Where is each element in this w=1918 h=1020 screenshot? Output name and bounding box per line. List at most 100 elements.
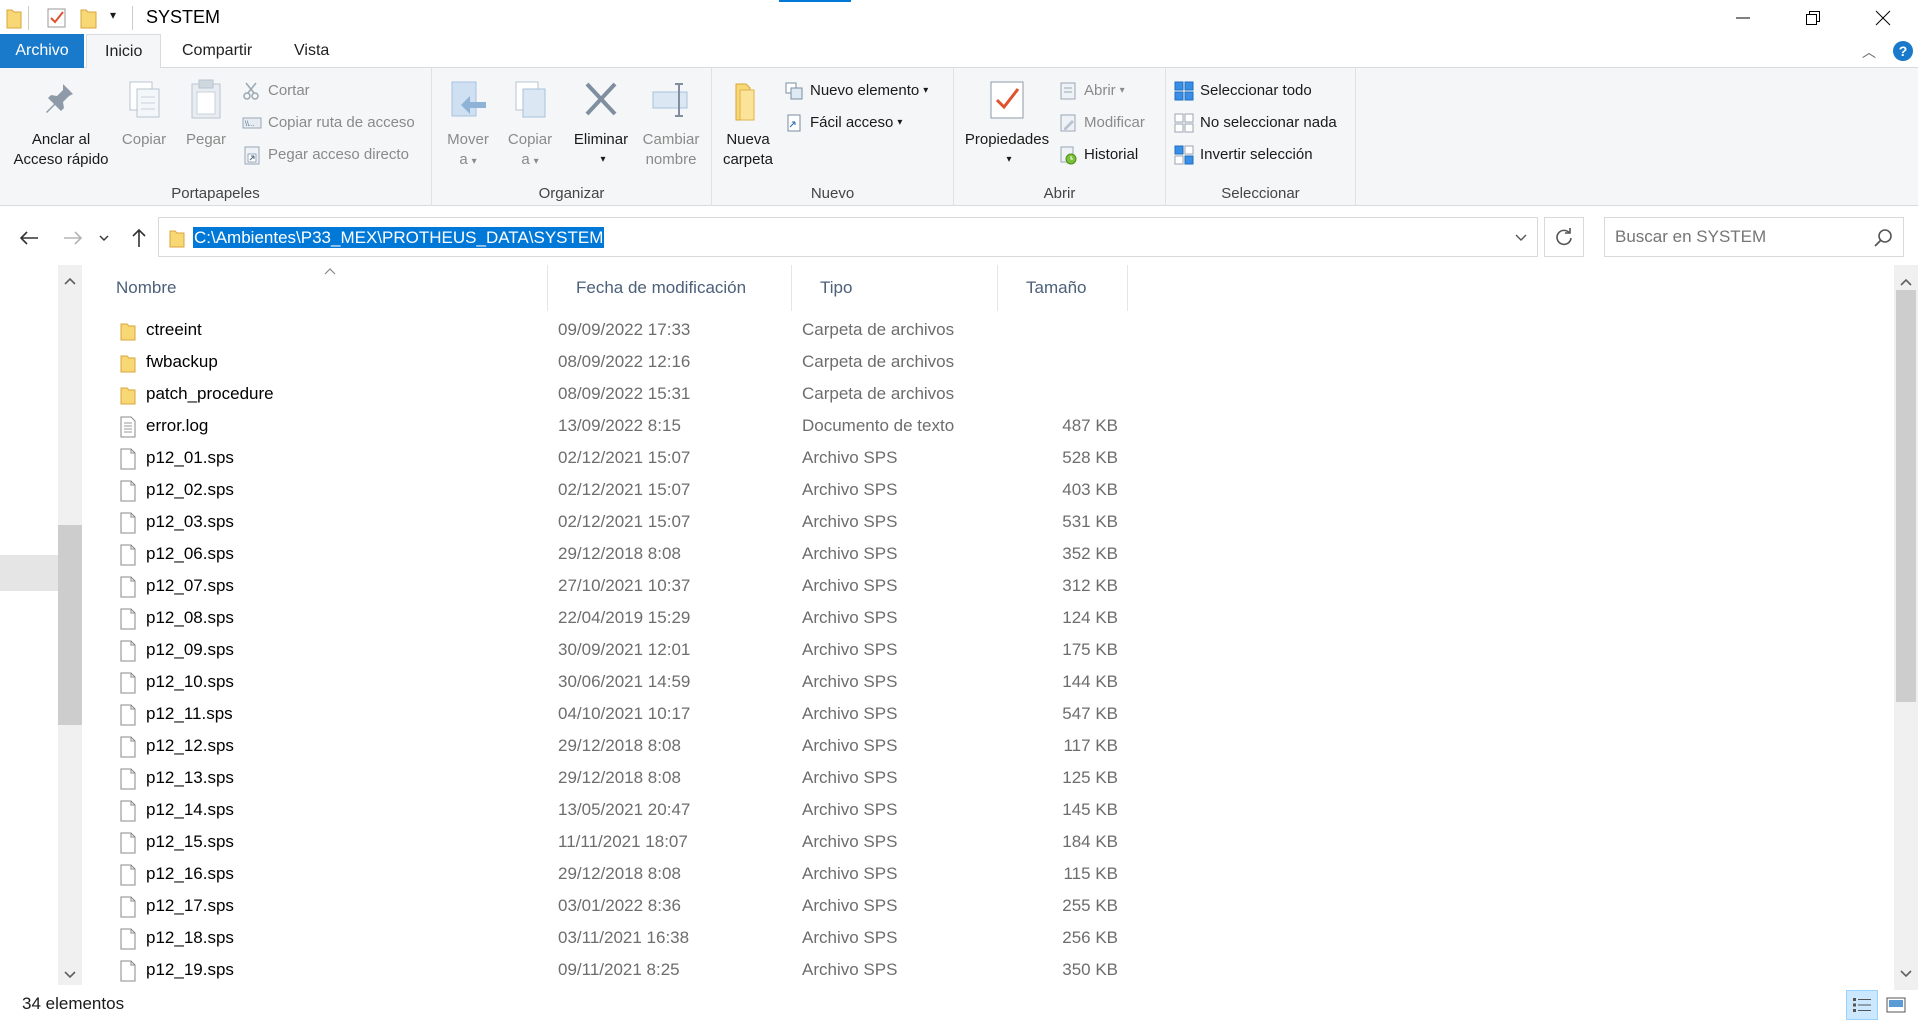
edit-button[interactable]: Modificar xyxy=(1058,110,1145,136)
file-name[interactable]: p12_10.sps xyxy=(146,672,234,692)
search-icon[interactable] xyxy=(1873,228,1893,248)
file-name[interactable]: p12_09.sps xyxy=(146,640,234,660)
tab-inicio[interactable]: Inicio xyxy=(86,34,162,69)
file-name[interactable]: p12_01.sps xyxy=(146,448,234,468)
recent-locations-button[interactable] xyxy=(94,223,114,253)
help-icon[interactable]: ? xyxy=(1892,40,1914,62)
file-row[interactable]: p12_14.sps 13/05/2021 20:47 Archivo SPS 145… xyxy=(88,795,1896,827)
details-view-button[interactable] xyxy=(1846,990,1878,1020)
navigation-pane-selected-item[interactable] xyxy=(0,555,58,591)
file-icon xyxy=(120,544,136,566)
history-button[interactable]: Historial xyxy=(1058,142,1138,168)
file-list-scroll-thumb[interactable] xyxy=(1896,290,1916,702)
scroll-up-icon[interactable] xyxy=(1894,270,1918,294)
paste-shortcut-button[interactable]: Pegar acceso directo xyxy=(242,142,409,168)
file-name[interactable]: p12_16.sps xyxy=(146,864,234,884)
file-name[interactable]: p12_17.sps xyxy=(146,896,234,916)
address-bar[interactable]: C:\Ambientes\P33_MEX\PROTHEUS_DATA\SYSTE… xyxy=(158,217,1538,257)
minimize-ribbon-icon[interactable]: ︿ xyxy=(1862,42,1876,62)
file-name[interactable]: error.log xyxy=(146,416,208,436)
tab-archivo[interactable]: Archivo xyxy=(0,34,84,68)
close-button[interactable] xyxy=(1848,0,1918,36)
large-icons-view-button[interactable] xyxy=(1880,990,1912,1020)
new-item-button[interactable]: Nuevo elemento ▾ xyxy=(784,78,928,104)
refresh-button[interactable] xyxy=(1544,217,1584,257)
file-name[interactable]: ctreeint xyxy=(146,320,202,340)
file-name[interactable]: p12_14.sps xyxy=(146,800,234,820)
file-row[interactable]: patch_procedure 08/09/2022 15:31 Carpeta d… xyxy=(88,379,1896,411)
file-row[interactable]: p12_10.sps 30/06/2021 14:59 Archivo SPS 144… xyxy=(88,667,1896,699)
file-row[interactable]: ctreeint 09/09/2022 17:33 Carpeta de archi… xyxy=(88,315,1896,347)
file-row[interactable]: p12_12.sps 29/12/2018 8:08 Archivo SPS 117 … xyxy=(88,731,1896,763)
back-button[interactable] xyxy=(14,223,44,253)
move-to-button[interactable]: Mover a ▾ xyxy=(440,78,496,172)
new-folder-quick-icon[interactable] xyxy=(80,6,98,30)
file-name[interactable]: p12_18.sps xyxy=(146,928,234,948)
invert-selection-button[interactable]: Invertir selección xyxy=(1174,142,1313,168)
tab-compartir[interactable]: Compartir xyxy=(164,34,270,68)
cut-button[interactable]: Cortar xyxy=(242,78,310,104)
pin-quick-access-button[interactable]: Anclar al Acceso rápido xyxy=(8,78,114,170)
file-row[interactable]: p12_06.sps 29/12/2018 8:08 Archivo SPS 352 … xyxy=(88,539,1896,571)
forward-button[interactable] xyxy=(58,223,88,253)
file-name[interactable]: patch_procedure xyxy=(146,384,274,404)
up-button[interactable] xyxy=(124,223,154,253)
column-header-name[interactable]: Nombre xyxy=(88,265,548,311)
select-all-button[interactable]: Seleccionar todo xyxy=(1174,78,1312,104)
properties-quick-icon[interactable] xyxy=(46,6,68,30)
minimize-button[interactable] xyxy=(1708,0,1778,36)
file-row[interactable]: p12_07.sps 27/10/2021 10:37 Archivo SPS 312… xyxy=(88,571,1896,603)
file-row[interactable]: p12_03.sps 02/12/2021 15:07 Archivo SPS 531… xyxy=(88,507,1896,539)
copy-path-button[interactable]: \\... Copiar ruta de acceso xyxy=(242,110,415,136)
navigation-pane-scroll-down-icon[interactable] xyxy=(58,963,82,987)
navigation-pane-scroll-thumb[interactable] xyxy=(58,525,82,725)
open-button[interactable]: Abrir ▾ xyxy=(1058,78,1125,104)
file-name[interactable]: p12_12.sps xyxy=(146,736,234,756)
file-row[interactable]: p12_09.sps 30/09/2021 12:01 Archivo SPS 175… xyxy=(88,635,1896,667)
delete-button[interactable]: Eliminar ▾ xyxy=(568,78,634,170)
file-row[interactable]: p12_01.sps 02/12/2021 15:07 Archivo SPS 528… xyxy=(88,443,1896,475)
file-name[interactable]: p12_06.sps xyxy=(146,544,234,564)
new-folder-button[interactable]: Nueva carpeta xyxy=(716,78,780,170)
file-name[interactable]: fwbackup xyxy=(146,352,218,372)
file-icon xyxy=(120,800,136,822)
file-name[interactable]: p12_08.sps xyxy=(146,608,234,628)
file-row[interactable]: error.log 13/09/2022 8:15 Documento de tex… xyxy=(88,411,1896,443)
paste-button[interactable]: Pegar xyxy=(178,78,234,150)
file-row[interactable]: p12_18.sps 03/11/2021 16:38 Archivo SPS 256… xyxy=(88,923,1896,955)
file-row[interactable]: p12_19.sps 09/11/2021 8:25 Archivo SPS 350 … xyxy=(88,955,1896,987)
file-row[interactable]: p12_16.sps 29/12/2018 8:08 Archivo SPS 115 … xyxy=(88,859,1896,891)
column-header-size[interactable]: Tamaño xyxy=(998,265,1128,311)
address-path[interactable]: C:\Ambientes\P33_MEX\PROTHEUS_DATA\SYSTE… xyxy=(193,227,605,248)
file-name[interactable]: p12_11.sps xyxy=(146,704,233,724)
scroll-down-icon[interactable] xyxy=(1894,962,1918,986)
easy-access-button[interactable]: Fácil acceso ▾ xyxy=(784,110,902,136)
file-row[interactable]: p12_08.sps 22/04/2019 15:29 Archivo SPS 124… xyxy=(88,603,1896,635)
file-row[interactable]: p12_13.sps 29/12/2018 8:08 Archivo SPS 125 … xyxy=(88,763,1896,795)
copy-button[interactable]: Copiar xyxy=(116,78,172,150)
file-row[interactable]: fwbackup 08/09/2022 12:16 Carpeta de archi… xyxy=(88,347,1896,379)
tab-vista[interactable]: Vista xyxy=(276,34,347,68)
column-header-date[interactable]: Fecha de modificación xyxy=(548,265,792,311)
file-name[interactable]: p12_03.sps xyxy=(146,512,234,532)
file-name[interactable]: p12_19.sps xyxy=(146,960,234,980)
properties-button[interactable]: Propiedades ▾ xyxy=(960,78,1054,170)
file-name[interactable]: p12_07.sps xyxy=(146,576,234,596)
file-row[interactable]: p12_17.sps 03/01/2022 8:36 Archivo SPS 255 … xyxy=(88,891,1896,923)
customize-quick-access-icon[interactable]: ▾ xyxy=(110,8,116,32)
rename-button[interactable]: Cambiar nombre xyxy=(636,78,706,170)
file-row[interactable]: p12_11.sps 04/10/2021 10:17 Archivo SPS 547… xyxy=(88,699,1896,731)
address-history-button[interactable] xyxy=(1515,226,1527,247)
search-box[interactable] xyxy=(1604,217,1904,257)
copy-to-button[interactable]: Copiar a ▾ xyxy=(502,78,558,172)
file-name[interactable]: p12_15.sps xyxy=(146,832,234,852)
column-header-type[interactable]: Tipo xyxy=(792,265,998,311)
file-name[interactable]: p12_13.sps xyxy=(146,768,234,788)
file-row[interactable]: p12_02.sps 02/12/2021 15:07 Archivo SPS 403… xyxy=(88,475,1896,507)
restore-button[interactable] xyxy=(1778,0,1848,36)
file-name[interactable]: p12_02.sps xyxy=(146,480,234,500)
select-none-button[interactable]: No seleccionar nada xyxy=(1174,110,1337,136)
file-row[interactable]: p12_15.sps 11/11/2021 18:07 Archivo SPS 184… xyxy=(88,827,1896,859)
search-input[interactable] xyxy=(1615,227,1855,247)
navigation-pane-scroll-up-icon[interactable] xyxy=(58,269,82,293)
